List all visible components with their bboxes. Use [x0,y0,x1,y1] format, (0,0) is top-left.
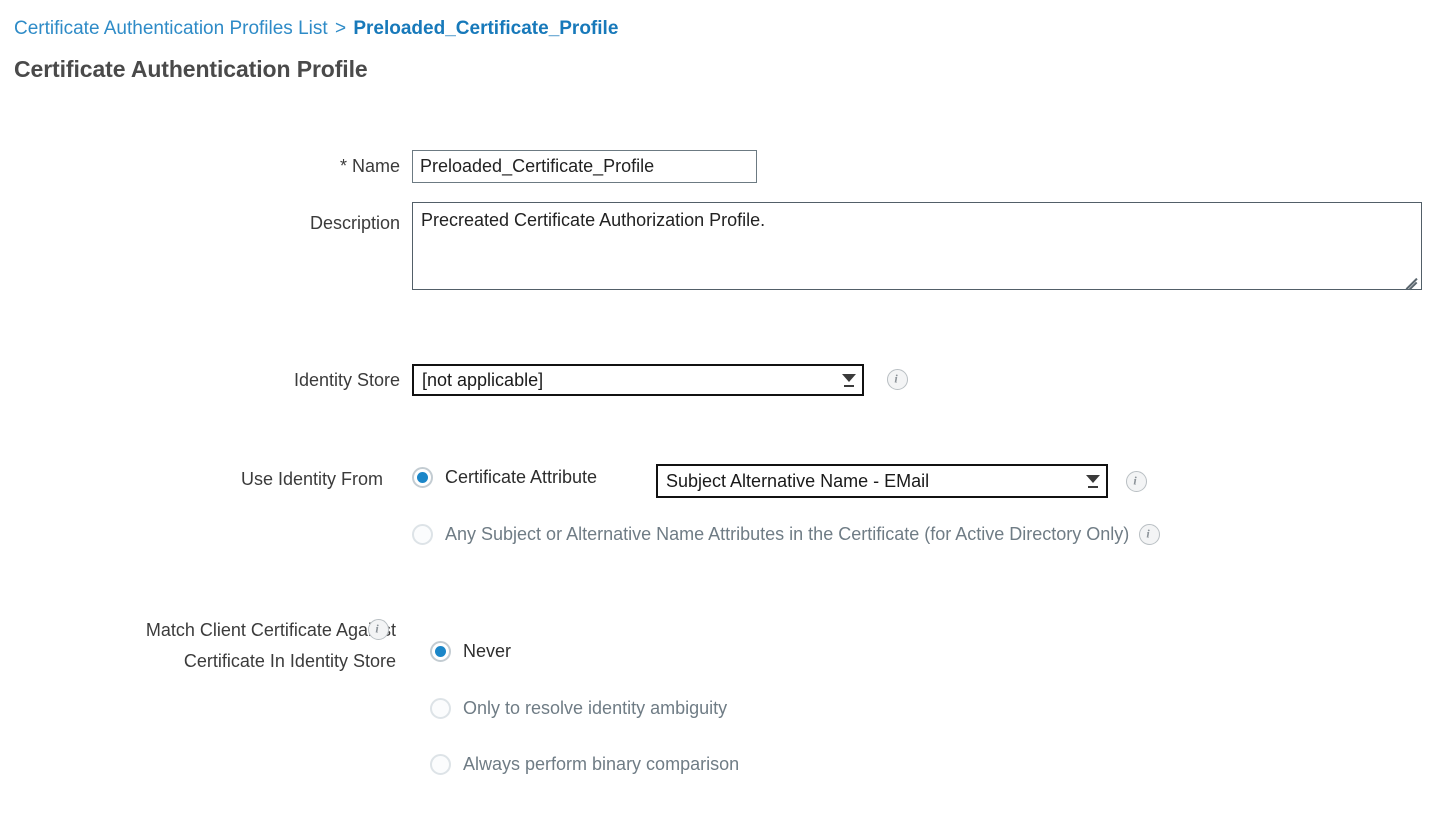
svg-text:i: i [894,372,898,386]
radio-always-binary-label: Always perform binary comparison [463,754,740,774]
radio-only-resolve-control[interactable] [430,698,451,719]
radio-never-label: Never [463,641,512,661]
radio-never[interactable]: Never [430,641,511,662]
match-client-certificate-label-line2: Certificate In Identity Store [183,651,396,671]
radio-certificate-attribute-control[interactable] [412,467,433,488]
radio-certificate-attribute[interactable]: Certificate Attribute [412,467,597,488]
certificate-attribute-value: Subject Alternative Name - EMail [666,470,930,491]
radio-certificate-attribute-label: Certificate Attribute [445,467,598,487]
svg-text:i: i [1147,527,1151,541]
identity-store-label: Identity Store [293,370,400,390]
name-input[interactable] [412,150,757,183]
radio-never-control[interactable] [430,641,451,662]
radio-any-subject-label: Any Subject or Alternative Name Attribut… [445,524,1130,544]
radio-always-perform-binary-comparison[interactable]: Always perform binary comparison [430,754,739,775]
identity-store-select[interactable]: [not applicable] [412,364,864,396]
radio-any-subject-or-alternative-name[interactable]: Any Subject or Alternative Name Attribut… [412,524,1161,545]
svg-text:i: i [1133,474,1137,488]
name-label: * Name [339,156,400,176]
match-client-certificate-info-icon[interactable]: i [368,619,389,640]
certificate-authentication-profile-form: * Name Description Identity Store [not a… [0,0,1452,816]
radio-only-resolve-label: Only to resolve identity ambiguity [463,698,728,718]
any-subject-info-icon[interactable]: i [1139,524,1161,545]
radio-always-binary-control[interactable] [430,754,451,775]
identity-store-info-icon[interactable]: i [887,369,908,390]
identity-store-value: [not applicable] [422,369,544,390]
chevron-down-icon [1080,466,1106,496]
description-textarea[interactable] [412,202,1422,290]
certificate-attribute-select[interactable]: Subject Alternative Name - EMail [656,464,1108,498]
svg-text:i: i [375,622,379,636]
radio-only-to-resolve-identity-ambiguity[interactable]: Only to resolve identity ambiguity [430,698,727,719]
radio-any-subject-control[interactable] [412,524,433,545]
match-client-certificate-label: Match Client Certificate Against Certifi… [60,615,396,677]
use-identity-from-label: Use Identity From [240,469,383,489]
match-client-certificate-label-line1: Match Client Certificate Against [145,620,396,640]
chevron-down-icon [836,366,862,394]
description-label: Description [309,213,400,233]
certificate-attribute-info-icon[interactable]: i [1126,471,1147,492]
